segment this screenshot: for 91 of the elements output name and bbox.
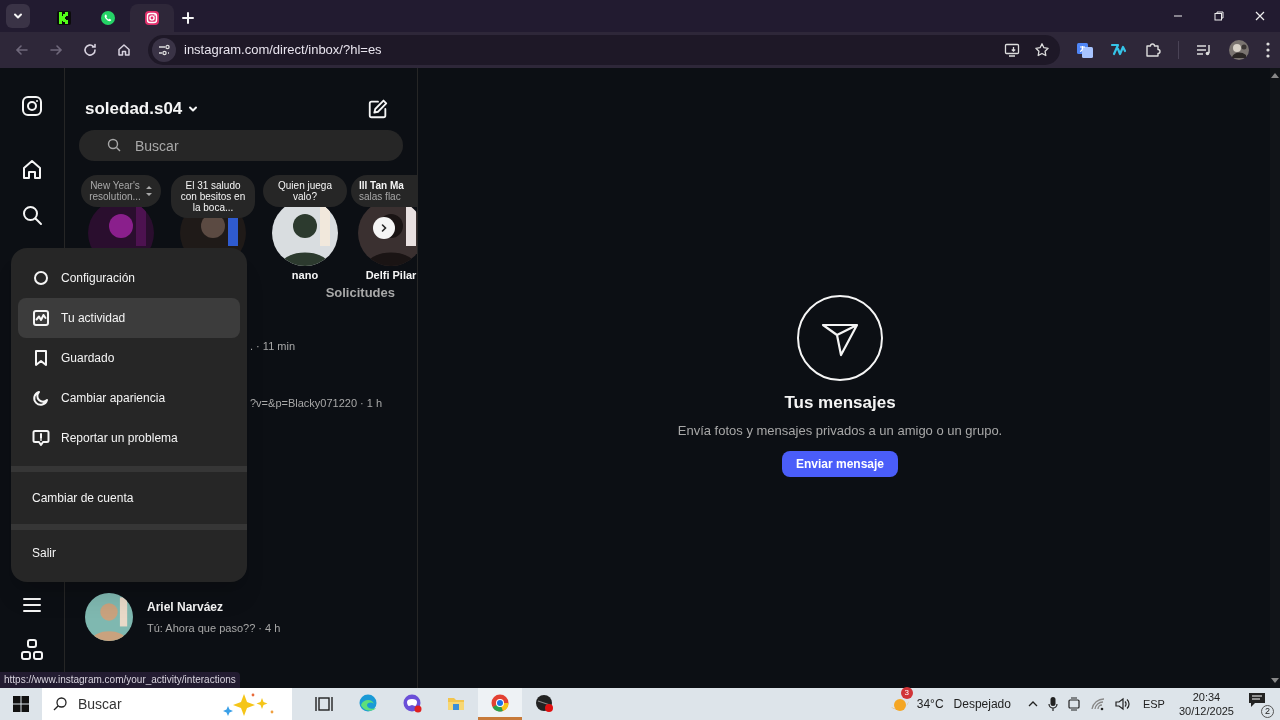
- requests-link[interactable]: Solicitudes: [325, 283, 395, 303]
- plus-icon: [182, 12, 194, 24]
- compose-icon[interactable]: [367, 98, 389, 120]
- chat-row[interactable]: Ariel Narváez Tú: Ahora que paso?? · 4 h: [85, 593, 405, 641]
- note-bubble[interactable]: New Year's resolution...: [81, 175, 161, 207]
- menu-item[interactable]: Salir: [11, 530, 247, 576]
- camera-frame-icon[interactable]: [1066, 696, 1081, 712]
- puzzle-icon[interactable]: [1144, 41, 1162, 59]
- wave-circle-icon: [358, 692, 378, 713]
- sort-arrows-icon: [145, 184, 153, 198]
- moon-icon: [32, 389, 50, 407]
- bookmark-icon: [32, 349, 50, 367]
- chat-name: Ariel Narváez: [147, 598, 225, 616]
- search-field[interactable]: Buscar: [79, 130, 403, 161]
- shapes-icon[interactable]: [20, 638, 44, 662]
- site-info-button[interactable]: [152, 38, 176, 62]
- translate-icon[interactable]: [1076, 41, 1094, 59]
- note-text: Quien juega valo?: [277, 180, 333, 202]
- windows-logo-icon: [13, 696, 29, 712]
- ring-icon: [490, 692, 510, 713]
- empty-state-title: Tus mensajes: [784, 392, 896, 414]
- wifi-icon[interactable]: [1089, 697, 1106, 711]
- chevron-down-icon[interactable]: [188, 104, 199, 114]
- home-icon[interactable]: [20, 158, 44, 182]
- url-text: instagram.com/direct/inbox/?hl=es: [184, 41, 383, 60]
- account-username[interactable]: soledad.s04: [85, 96, 183, 122]
- note-text: El 31 saludo con besitos en la boca...: [179, 180, 247, 213]
- menu-item[interactable]: Configuración: [18, 258, 240, 298]
- menu-item[interactable]: Guardado: [18, 338, 240, 378]
- scroll-down-icon: [1271, 678, 1279, 684]
- send-message-button[interactable]: Enviar mensaje: [781, 451, 899, 477]
- notification-badge: 3: [900, 687, 913, 699]
- weather-widget[interactable]: 3 34°C Despejado: [888, 688, 1011, 720]
- sliders-icon: [157, 43, 171, 57]
- chat-preview[interactable]: ?v=&p=Blacky071220 · 1 h: [250, 395, 383, 412]
- gear-icon: [32, 269, 50, 287]
- note-text: New Year's resolution...: [89, 180, 141, 202]
- chevron-down-icon: [13, 11, 23, 21]
- scrollbar[interactable]: [1270, 68, 1280, 688]
- empty-state-text: Envía fotos y mensajes privados a un amigo o un grupo.: [677, 421, 1003, 440]
- restore-icon: [1212, 10, 1225, 22]
- activity-chart-icon: [32, 309, 50, 327]
- story-name[interactable]: nano: [291, 267, 319, 284]
- forward-arrow-icon: [48, 42, 64, 58]
- story-name[interactable]: Delfi Pilar: [365, 267, 417, 284]
- address-bar[interactable]: instagram.com/direct/inbox/?hl=es: [148, 35, 1060, 65]
- reload-icon: [82, 42, 98, 58]
- note-bubble[interactable]: Quien juega valo?: [263, 175, 347, 207]
- search-icon[interactable]: [20, 203, 44, 227]
- status-url: https://www.instagram.com/your_activity/interactions: [0, 672, 240, 688]
- language-indicator[interactable]: ESP: [1142, 695, 1165, 713]
- install-app-icon[interactable]: [1004, 42, 1020, 58]
- clock-date[interactable]: 30/12/2025: [1178, 704, 1234, 718]
- taskbar-search-field[interactable]: Buscar: [42, 688, 292, 720]
- report-bubble-icon: [32, 429, 50, 447]
- notification-count: 2: [1261, 705, 1274, 718]
- tab-list-button[interactable]: [6, 4, 30, 28]
- chevron-right-icon: [379, 223, 389, 233]
- gamepad-icon: [402, 692, 422, 713]
- temperature: 34°C: [916, 696, 944, 713]
- note-text: lll Tan Ma: [359, 180, 404, 191]
- menu-item[interactable]: Cambiar de cuenta: [11, 472, 247, 524]
- camera-icon[interactable]: [20, 94, 44, 118]
- browser-tab[interactable]: [130, 4, 174, 32]
- close-icon: [1253, 10, 1266, 22]
- notifications-button[interactable]: 2: [1248, 692, 1272, 716]
- chat-preview: Tú: Ahora que paso?? · 4 h: [147, 620, 281, 636]
- note-bubble[interactable]: lll Tan Ma salas flac: [351, 175, 417, 207]
- search-icon: [107, 138, 121, 152]
- camera-icon: [144, 10, 160, 26]
- menu-item[interactable]: Cambiar apariencia: [18, 378, 240, 418]
- disc-icon: [534, 692, 554, 713]
- chat-bubble-icon: [100, 10, 116, 26]
- back-arrow-icon: [14, 42, 30, 58]
- menu-item[interactable]: Reportar un problema: [18, 418, 240, 458]
- letter-k-icon: [56, 10, 72, 26]
- weather-condition: Despejado: [953, 696, 1011, 713]
- scroll-up-icon: [1271, 72, 1279, 78]
- note-bubble[interactable]: El 31 saludo con besitos en la boca...: [171, 175, 255, 218]
- message-icon: [1248, 692, 1266, 708]
- more-vertical-icon[interactable]: [1265, 41, 1271, 59]
- star-icon[interactable]: [1034, 42, 1050, 58]
- speaker-icon[interactable]: [1114, 697, 1131, 711]
- paper-plane-icon: [797, 295, 883, 381]
- microphone-icon[interactable]: [1047, 696, 1058, 712]
- menu-item[interactable]: Tu actividad: [18, 298, 240, 338]
- search-icon: [52, 696, 68, 712]
- clock-time[interactable]: 20:34: [1192, 690, 1221, 704]
- note-text: salas flac: [359, 191, 402, 202]
- chat-preview[interactable]: . · 11 min: [250, 338, 296, 355]
- home-icon: [116, 42, 132, 58]
